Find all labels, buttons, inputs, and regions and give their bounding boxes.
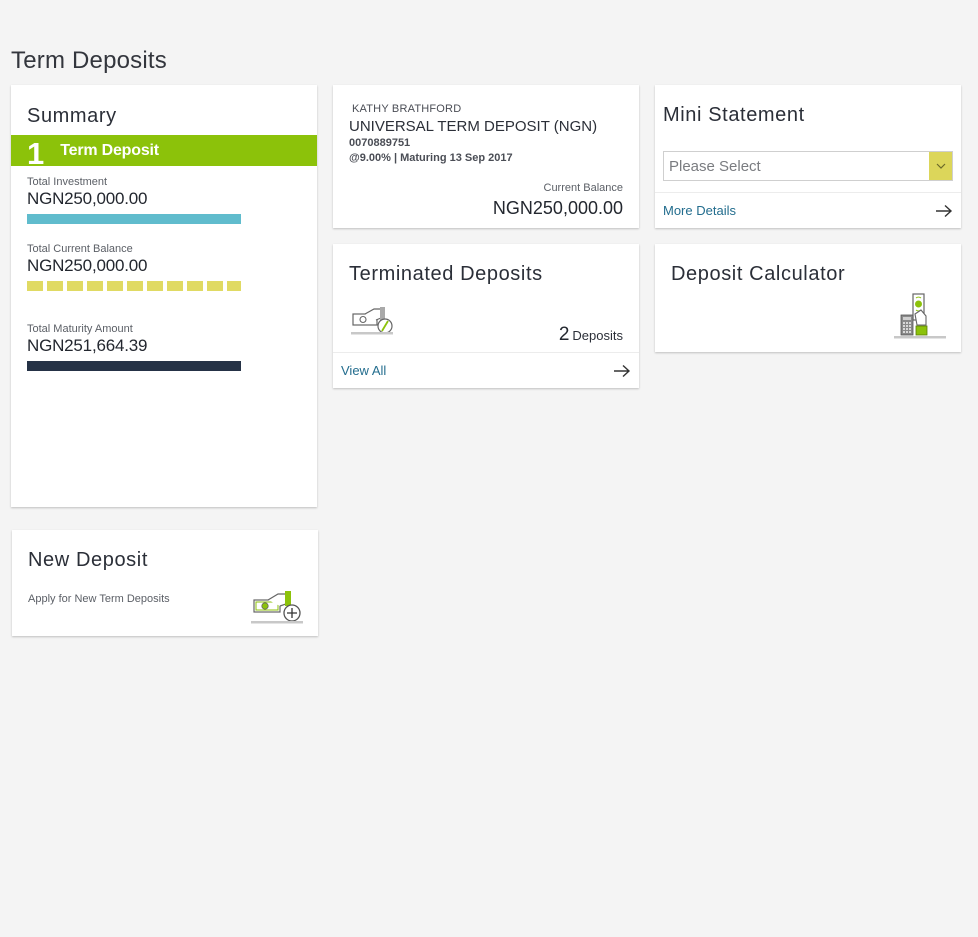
account-select-value[interactable]: Please Select xyxy=(664,158,929,175)
deposit-account-card[interactable]: KATHY BRATHFORD UNIVERSAL TERM DEPOSIT (… xyxy=(333,85,639,228)
deposit-calculator-icon xyxy=(894,293,946,339)
terminated-count-number: 2 xyxy=(558,324,570,345)
more-details-link[interactable]: More Details xyxy=(663,203,736,218)
summary-card: Summary 1 Term Deposit Total Investment … xyxy=(11,85,317,507)
total-investment-bar xyxy=(27,214,241,224)
account-rate-maturity: @9.00% | Maturing 13 Sep 2017 xyxy=(349,152,513,164)
metric-label: Total Current Balance xyxy=(27,243,133,255)
mini-statement-title: Mini Statement xyxy=(663,104,805,126)
new-deposit-subtitle: Apply for New Term Deposits xyxy=(28,593,170,605)
account-select[interactable]: Please Select xyxy=(663,151,953,181)
mini-statement-card: Mini Statement Please Select More Detail… xyxy=(655,85,961,228)
terminated-count-unit: Deposits xyxy=(572,328,623,343)
summary-title: Summary xyxy=(27,105,117,127)
account-number: 0070889751 xyxy=(349,137,411,149)
terminated-deposits-title: Terminated Deposits xyxy=(349,263,543,285)
metric-label: Total Maturity Amount xyxy=(27,323,133,335)
total-current-balance-bar xyxy=(27,281,241,291)
terminated-deposits-card: Terminated Deposits 2 Deposits View All xyxy=(333,244,639,388)
new-deposit-card[interactable]: New Deposit Apply for New Term Deposits xyxy=(12,530,318,636)
arrow-right-icon[interactable] xyxy=(935,204,953,218)
deposit-count-band: 1 Term Deposit xyxy=(11,135,317,171)
deposit-count: 1 xyxy=(27,136,45,171)
chevron-down-icon[interactable] xyxy=(929,152,952,180)
current-balance-value: NGN250,000.00 xyxy=(492,198,623,218)
new-deposit-icon xyxy=(251,591,303,624)
metric-total-maturity-amount: Total Maturity Amount NGN251,664.39 xyxy=(27,323,241,371)
current-balance-label: Current Balance xyxy=(543,182,624,194)
new-deposit-title[interactable]: New Deposit xyxy=(28,549,148,572)
total-maturity-amount-bar xyxy=(27,361,241,371)
metric-value: NGN251,664.39 xyxy=(27,336,148,355)
account-holder: KATHY BRATHFORD xyxy=(352,103,462,115)
deposit-count-label: Term Deposit xyxy=(60,141,159,159)
page-title: Term Deposits xyxy=(11,47,167,74)
metric-label: Total Investment xyxy=(27,176,108,188)
arrow-right-icon[interactable] xyxy=(613,364,631,378)
metric-total-current-balance: Total Current Balance NGN250,000.00 xyxy=(27,243,241,291)
view-all-link[interactable]: View All xyxy=(341,363,386,378)
terminated-deposit-icon xyxy=(351,307,393,335)
terminated-footer: View All xyxy=(333,352,639,388)
mini-statement-footer: More Details xyxy=(655,192,961,228)
metric-value: NGN250,000.00 xyxy=(27,189,148,208)
account-product[interactable]: UNIVERSAL TERM DEPOSIT (NGN) xyxy=(349,118,597,135)
terminated-count: 2 Deposits xyxy=(559,324,623,346)
deposit-calculator-title[interactable]: Deposit Calculator xyxy=(671,263,845,286)
metric-value: NGN250,000.00 xyxy=(27,256,148,275)
metric-total-investment: Total Investment NGN250,000.00 xyxy=(27,176,241,224)
deposit-calculator-card[interactable]: Deposit Calculator xyxy=(655,244,961,352)
